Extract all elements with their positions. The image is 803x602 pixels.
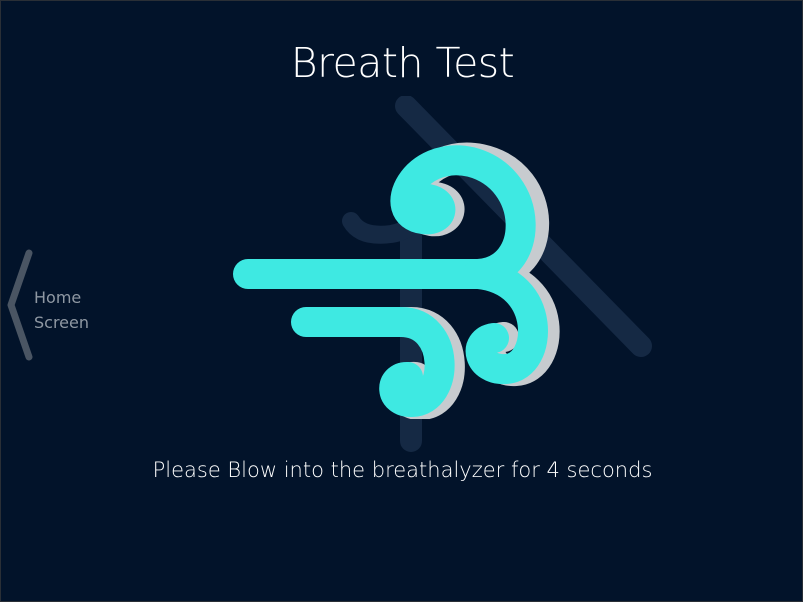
back-label-line2: Screen [34, 313, 90, 332]
back-label: Home Screen [34, 285, 104, 335]
breath-test-screen: Breath Test Home Screen Please Blow into [0, 0, 803, 602]
back-to-home-button[interactable]: Home Screen [1, 247, 111, 367]
back-label-line1: Home [34, 288, 82, 307]
wind-icon [233, 142, 560, 419]
instruction-text: Please Blow into the breathalyzer for 4 … [152, 458, 653, 482]
page-title: Breath Test [290, 39, 515, 87]
